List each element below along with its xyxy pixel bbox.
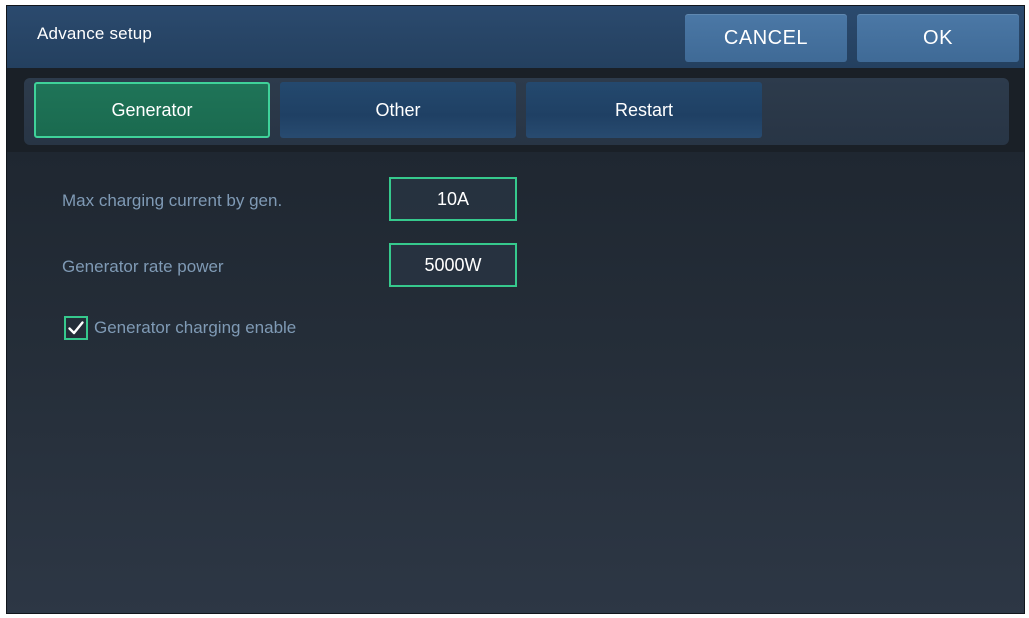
ok-button[interactable]: OK [857, 14, 1019, 62]
generator-charging-enable-checkbox[interactable] [64, 316, 88, 340]
check-icon [68, 321, 84, 335]
page-title: Advance setup [37, 24, 153, 43]
max-charging-current-field[interactable]: 10A [389, 177, 517, 221]
tab-generator[interactable]: Generator [34, 82, 270, 138]
tab-bar: Generator Other Restart [24, 78, 1009, 145]
cancel-button[interactable]: CANCEL [685, 14, 847, 62]
generator-settings-panel: Max charging current by gen. 10A Generat… [7, 152, 1024, 613]
max-charging-current-label: Max charging current by gen. [62, 191, 283, 210]
header-bar: Advance setup CANCEL OK [7, 6, 1024, 68]
generator-charging-enable-label: Generator charging enable [94, 318, 297, 337]
advance-setup-window: Advance setup CANCEL OK Generator Other … [6, 5, 1025, 614]
generator-charging-enable-option[interactable]: Generator charging enable [64, 316, 296, 340]
tab-other[interactable]: Other [280, 82, 516, 138]
generator-rate-power-field[interactable]: 5000W [389, 243, 517, 287]
tab-restart[interactable]: Restart [526, 82, 762, 138]
generator-rate-power-label: Generator rate power [62, 257, 224, 276]
